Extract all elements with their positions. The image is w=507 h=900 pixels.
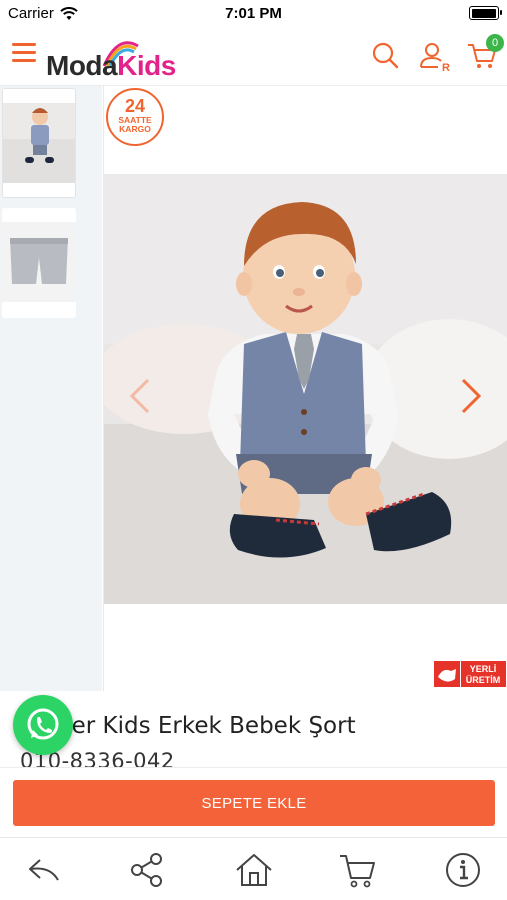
product-photo <box>104 174 507 604</box>
logo-text: ModaKids <box>46 50 176 82</box>
kargo-line-2: KARGO <box>119 124 151 134</box>
previous-image-arrow[interactable] <box>126 376 154 416</box>
status-time: 7:01 PM <box>225 5 282 22</box>
kargo-number: 24 <box>124 96 146 116</box>
cart-icon[interactable] <box>338 850 378 890</box>
thumbnail-baby-outfit[interactable] <box>2 88 76 198</box>
share-icon[interactable] <box>128 850 168 890</box>
user-icon[interactable]: R <box>418 40 450 74</box>
modakids-logo[interactable]: ModaKids <box>46 32 196 84</box>
add-to-cart-bar: SEPETE EKLE <box>0 767 507 837</box>
home-icon[interactable] <box>234 850 274 890</box>
thumbnail-column <box>0 86 102 691</box>
cart-icon[interactable]: 0 <box>466 34 504 72</box>
menu-icon[interactable] <box>12 43 36 65</box>
cart-count-badge: 0 <box>486 34 504 52</box>
status-bar: Carrier 7:01 PM <box>0 0 507 26</box>
search-icon[interactable] <box>370 40 402 72</box>
yerli-line-2: ÜRETİM <box>466 675 501 685</box>
product-info: der Kids Erkek Bebek Şort 010-8336-042 <box>0 691 507 767</box>
logo-moda: Moda <box>46 50 118 81</box>
next-image-arrow[interactable] <box>457 376 485 416</box>
svg-text:R: R <box>442 62 450 74</box>
24h-shipping-badge: 24 SAATTE KARGO <box>106 88 164 146</box>
product-title: der Kids Erkek Bebek Şort <box>57 713 356 739</box>
back-icon[interactable] <box>24 850 64 890</box>
product-image-viewer[interactable]: 24 SAATTE KARGO YERLİ ÜRETİM <box>103 86 507 691</box>
add-to-cart-button[interactable]: SEPETE EKLE <box>13 780 495 826</box>
whatsapp-button[interactable] <box>13 695 73 755</box>
battery-icon <box>469 6 502 20</box>
local-production-badge: YERLİ ÜRETİM <box>433 659 507 689</box>
info-icon[interactable] <box>443 850 483 890</box>
logo-kids: Kids <box>117 50 176 81</box>
yerli-line-1: YERLİ <box>470 664 497 674</box>
app-header: ModaKids R 0 <box>0 26 507 86</box>
bottom-toolbar <box>0 837 507 900</box>
whatsapp-icon <box>27 708 59 740</box>
thumbnail-grey-shorts[interactable] <box>2 208 76 318</box>
